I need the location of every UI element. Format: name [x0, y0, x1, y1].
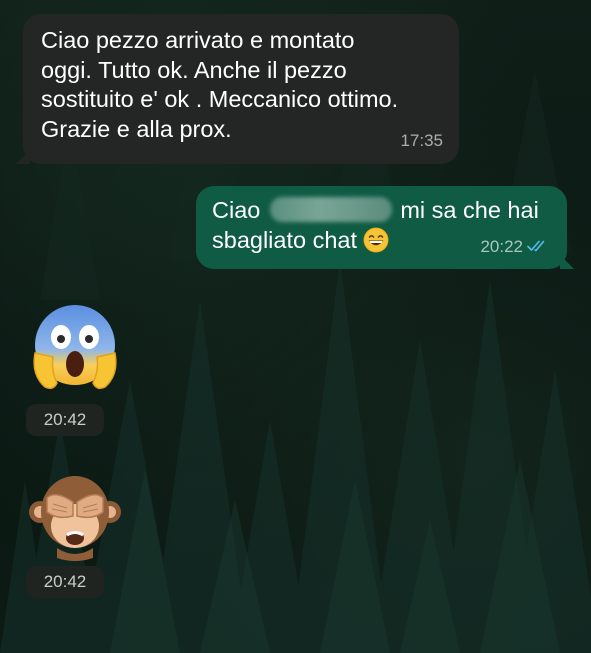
bubble-tail — [16, 150, 30, 164]
message-text-greeting: Ciao — [212, 197, 261, 223]
message-timestamp: 17:35 — [400, 130, 443, 150]
message-text-line2: sbagliato chat — [212, 226, 358, 253]
message-meta: 20:22 — [480, 232, 551, 262]
message-line-1: Ciao mi sa che hai — [212, 196, 553, 226]
see-no-evil-monkey-emoji-icon[interactable] — [27, 468, 123, 564]
message-timestamp: 20:42 — [26, 566, 104, 598]
message-timestamp: 20:42 — [26, 404, 104, 436]
grinning-face-emoji-icon — [363, 227, 389, 252]
message-timestamp: 20:22 — [480, 236, 523, 256]
incoming-message-bubble[interactable]: Ciao pezzo arrivato e montato oggi. Tutt… — [16, 14, 459, 164]
bubble-tail — [560, 255, 574, 269]
outgoing-message-bubble[interactable]: Ciao mi sa che hai sbagliato chat 20:22 — [196, 186, 574, 269]
face-screaming-in-fear-emoji-icon[interactable] — [27, 299, 123, 395]
redacted-name-blur — [270, 197, 393, 222]
message-text: Ciao pezzo arrivato e montato oggi. Tutt… — [41, 27, 399, 142]
message-text-continuation: mi sa che hai — [400, 197, 539, 223]
read-receipt-double-check-icon — [527, 240, 545, 252]
